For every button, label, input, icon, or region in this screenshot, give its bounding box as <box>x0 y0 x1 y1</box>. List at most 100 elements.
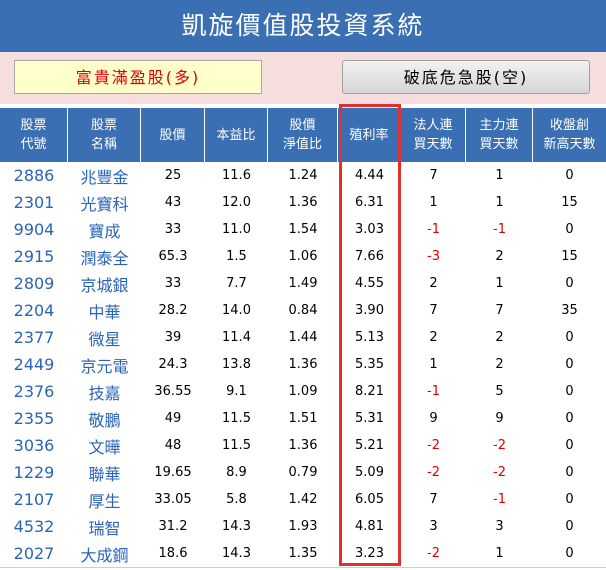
cell-major-buy-days: 2 <box>495 357 504 372</box>
cell-institutional-buy-days: -2 <box>427 465 440 480</box>
cell-new-high-days: 0 <box>565 276 574 291</box>
cell-dividend-yield: 3.03 <box>355 222 384 237</box>
table-row[interactable]: 2376 技嘉 36.55 9.1 1.09 8.21 -1 5 0 <box>0 378 606 405</box>
cell-institutional-buy-days: -1 <box>427 384 440 399</box>
cell-stock-code[interactable]: 2376 <box>0 378 68 405</box>
cell-stock-code[interactable]: 9904 <box>0 216 68 243</box>
cell-new-high-days: 0 <box>565 330 574 345</box>
cell-new-high-days: 0 <box>565 384 574 399</box>
cell-pb-ratio: 1.36 <box>288 357 318 372</box>
header-stock-name: 股票 名稱 <box>68 108 141 162</box>
cell-new-high-days: 0 <box>565 222 574 237</box>
cell-pe-ratio: 11.4 <box>222 330 251 345</box>
cell-stock-code[interactable]: 2355 <box>0 405 68 432</box>
table-row[interactable]: 2301 光寶科 43 12.0 1.36 6.31 1 1 15 <box>0 189 606 216</box>
cell-pb-ratio: 1.93 <box>288 519 318 534</box>
cell-stock-code[interactable]: 2809 <box>0 270 68 297</box>
cell-pb-ratio: 1.44 <box>288 330 318 345</box>
cell-stock-code[interactable]: 2449 <box>0 351 68 378</box>
cell-dividend-yield: 4.55 <box>355 276 384 291</box>
cell-pe-ratio: 11.5 <box>222 411 251 426</box>
cell-pb-ratio: 1.35 <box>268 540 338 568</box>
cell-dividend-yield: 7.66 <box>355 249 384 264</box>
cell-institutional-buy-days: 2 <box>429 330 438 345</box>
cell-new-high-days: 0 <box>565 411 574 426</box>
cell-stock-name[interactable]: 京元電 <box>68 351 141 378</box>
cell-stock-name[interactable]: 文曄 <box>68 432 141 459</box>
cell-major-buy-days: 5 <box>495 384 504 399</box>
table-row[interactable]: 2027 大成鋼 18.6 14.3 1.35 3.23 -2 1 0 <box>0 540 606 568</box>
cell-price: 33 <box>164 276 182 291</box>
cell-pe-ratio: 5.8 <box>226 492 247 507</box>
cell-new-high-days: 0 <box>565 438 574 453</box>
cell-institutional-buy-days: 7 <box>429 492 438 507</box>
cell-stock-name[interactable]: 敬鵬 <box>68 405 141 432</box>
table-row[interactable]: 3036 文曄 48 11.5 1.36 5.21 -2 -2 0 <box>0 432 606 459</box>
cell-price: 39 <box>164 330 182 345</box>
cell-stock-name[interactable]: 技嘉 <box>68 378 141 405</box>
filter-bar: 富貴滿盈股(多) 破底危急股(空) <box>0 52 606 104</box>
cell-price: 24.3 <box>158 357 188 372</box>
cell-stock-code[interactable]: 3036 <box>0 432 68 459</box>
header-pb-ratio: 股價 淨值比 <box>268 108 338 162</box>
header-dividend-yield: 殖利率 <box>338 108 401 162</box>
cell-price: 25 <box>164 168 182 183</box>
cell-stock-code[interactable]: 4532 <box>0 513 68 540</box>
table-row[interactable]: 1229 聯華 19.65 8.9 0.79 5.09 -2 -2 0 <box>0 459 606 486</box>
cell-price: 65.3 <box>158 249 188 264</box>
cell-stock-name[interactable]: 微星 <box>68 324 141 351</box>
cell-stock-code[interactable]: 2915 <box>0 243 68 270</box>
cell-pb-ratio: 0.79 <box>288 465 318 480</box>
cell-price: 48 <box>164 438 182 453</box>
table-row[interactable]: 2377 微星 39 11.4 1.44 5.13 2 2 0 <box>0 324 606 351</box>
cell-stock-code[interactable]: 2301 <box>0 189 68 216</box>
cell-pe-ratio: 7.7 <box>226 276 247 291</box>
stock-table: 股票 代號 股票 名稱 股價 本益比 股價 淨值比 殖利率 法人連 買天數 主力連 買天數… <box>0 108 606 568</box>
cell-stock-name[interactable]: 大成鋼 <box>68 540 141 568</box>
cell-pe-ratio: 11.0 <box>222 222 251 237</box>
cell-stock-name[interactable]: 瑞智 <box>68 513 141 540</box>
cell-pe-ratio: 11.5 <box>222 438 251 453</box>
cell-pe-ratio: 14.0 <box>222 303 251 318</box>
cell-major-buy-days: 1 <box>466 540 533 568</box>
cell-stock-name[interactable]: 京城銀 <box>68 270 141 297</box>
table-row[interactable]: 2809 京城銀 33 7.7 1.49 4.55 2 1 0 <box>0 270 606 297</box>
cell-stock-name[interactable]: 潤泰全 <box>68 243 141 270</box>
cell-stock-code[interactable]: 2886 <box>0 162 68 189</box>
cell-price: 19.65 <box>154 465 192 480</box>
cell-stock-code[interactable]: 2377 <box>0 324 68 351</box>
table-row[interactable]: 2107 厚生 33.05 5.8 1.42 6.05 7 -1 0 <box>0 486 606 513</box>
app-title: 凱旋價值股投資系統 <box>0 0 606 52</box>
cell-price: 49 <box>164 411 182 426</box>
cell-stock-name[interactable]: 中華 <box>68 297 141 324</box>
cell-stock-name[interactable]: 兆豐金 <box>68 162 141 189</box>
header-new-high-days: 收盤創 新高天數 <box>533 108 606 162</box>
bear-stocks-button[interactable]: 破底危急股(空) <box>342 60 590 94</box>
table-row[interactable]: 2355 敬鵬 49 11.5 1.51 5.31 9 9 0 <box>0 405 606 432</box>
table-row[interactable]: 2886 兆豐金 25 11.6 1.24 4.44 7 1 0 <box>0 162 606 189</box>
cell-price: 33.05 <box>154 492 192 507</box>
cell-stock-name[interactable]: 光寶科 <box>68 189 141 216</box>
cell-new-high-days: 0 <box>565 465 574 480</box>
cell-stock-code[interactable]: 2107 <box>0 486 68 513</box>
cell-stock-code[interactable]: 1229 <box>0 459 68 486</box>
table-row[interactable]: 2449 京元電 24.3 13.8 1.36 5.35 1 2 0 <box>0 351 606 378</box>
header-price: 股價 <box>141 108 205 162</box>
cell-dividend-yield: 6.31 <box>355 195 384 210</box>
cell-institutional-buy-days: 2 <box>429 276 438 291</box>
table-row[interactable]: 4532 瑞智 31.2 14.3 1.93 4.81 3 3 0 <box>0 513 606 540</box>
cell-new-high-days: 0 <box>565 168 574 183</box>
cell-stock-code[interactable]: 2027 <box>0 540 68 568</box>
cell-stock-name[interactable]: 厚生 <box>68 486 141 513</box>
bull-stocks-button[interactable]: 富貴滿盈股(多) <box>14 60 262 94</box>
cell-institutional-buy-days: 1 <box>429 357 438 372</box>
cell-stock-code[interactable]: 2204 <box>0 297 68 324</box>
cell-dividend-yield: 5.35 <box>355 357 384 372</box>
table-row[interactable]: 2915 潤泰全 65.3 1.5 1.06 7.66 -3 2 15 <box>0 243 606 270</box>
table-row[interactable]: 2204 中華 28.2 14.0 0.84 3.90 7 7 35 <box>0 297 606 324</box>
cell-pb-ratio: 0.84 <box>288 303 318 318</box>
cell-institutional-buy-days: -2 <box>427 438 440 453</box>
table-row[interactable]: 9904 寶成 33 11.0 1.54 3.03 -1 -1 0 <box>0 216 606 243</box>
cell-stock-name[interactable]: 寶成 <box>68 216 141 243</box>
cell-stock-name[interactable]: 聯華 <box>68 459 141 486</box>
